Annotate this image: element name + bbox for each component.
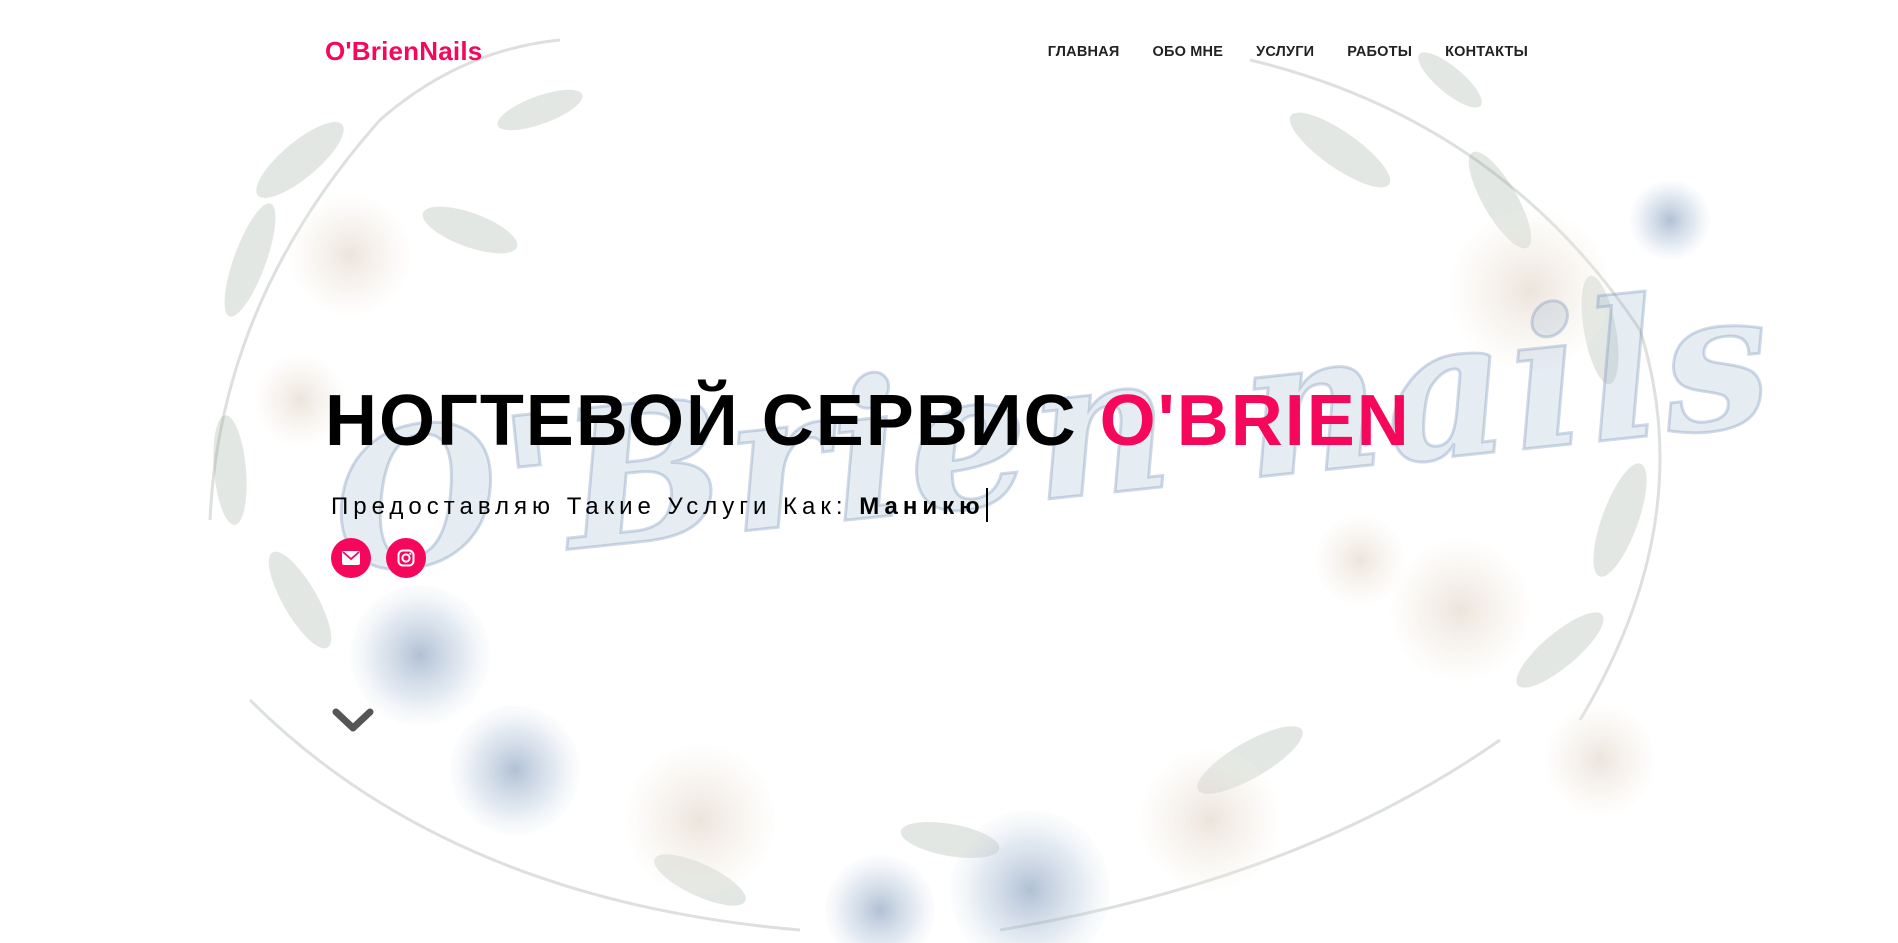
nav-item-home[interactable]: ГЛАВНАЯ [1048,44,1120,60]
email-button[interactable] [331,538,371,578]
page: O'Brien nails O'BrienNails ГЛАВНАЯ ОБО М… [0,0,1898,943]
nav-item-about[interactable]: ОБО МНЕ [1152,44,1223,60]
nav-item-works[interactable]: РАБОТЫ [1347,44,1412,60]
chevron-down-icon [332,708,374,732]
hero-subtitle: Предоставляю Такие Услуги Как: Маникю [331,488,988,522]
hero-subtitle-prefix: Предоставляю Такие Услуги Как: [331,493,860,520]
nav-item-services[interactable]: УСЛУГИ [1256,44,1314,60]
brand-logo[interactable]: O'BrienNails [325,36,482,67]
hero-title-main: НОГТЕВОЙ СЕРВИС [325,381,1100,461]
scroll-down-button[interactable] [331,706,375,736]
site-header: O'BrienNails ГЛАВНАЯ ОБО МНЕ УСЛУГИ РАБО… [0,0,1898,106]
nav-item-contacts[interactable]: КОНТАКТЫ [1445,44,1528,60]
typing-caret [985,488,988,522]
instagram-button[interactable] [386,538,426,578]
hero-title-accent: O'BRIEN [1099,381,1411,461]
social-links [331,538,426,578]
hero-subtitle-typed: Маникю [859,493,985,520]
instagram-icon [397,549,415,567]
hero-title: НОГТЕВОЙ СЕРВИС O'BRIEN [325,380,1411,462]
main-nav: ГЛАВНАЯ ОБО МНЕ УСЛУГИ РАБОТЫ КОНТАКТЫ [1015,44,1528,60]
envelope-icon [342,551,360,565]
